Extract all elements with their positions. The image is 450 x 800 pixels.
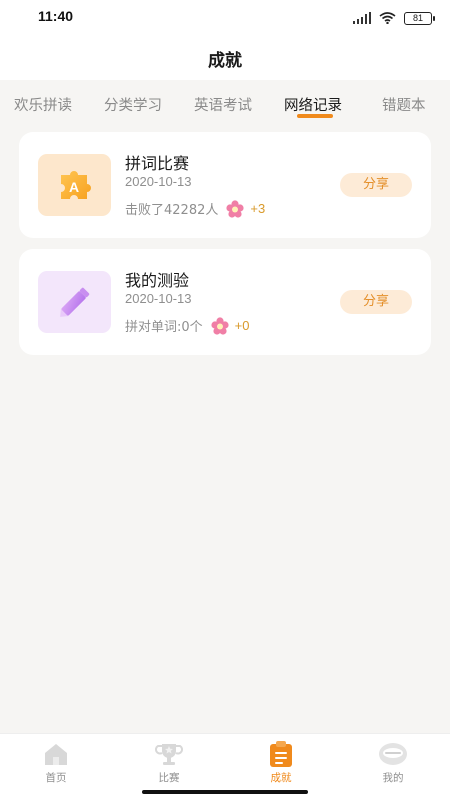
record-stat-text: 拼对单词:0个 bbox=[125, 320, 203, 335]
battery-icon: 81 bbox=[404, 12, 435, 25]
record-stat-text: 击败了42282人 bbox=[125, 203, 219, 218]
page-title: 成就 bbox=[208, 51, 242, 71]
category-tabs: 欢乐拼读 分类学习 英语考试 网络记录 错题本 bbox=[0, 80, 450, 124]
nav-label: 成就 bbox=[270, 772, 292, 784]
tab-network-records[interactable]: 网络记录 bbox=[284, 94, 342, 115]
home-icon bbox=[41, 740, 71, 768]
svg-text:A: A bbox=[68, 179, 78, 195]
record-date: 2020-10-13 bbox=[125, 174, 192, 189]
home-indicator[interactable] bbox=[142, 790, 308, 794]
top-bar: 11:40 81 成就 bbox=[0, 0, 450, 80]
share-button[interactable]: 分享 bbox=[340, 173, 412, 197]
share-button[interactable]: 分享 bbox=[340, 290, 412, 314]
tab-happy-phonics[interactable]: 欢乐拼读 bbox=[14, 94, 72, 115]
record-stat: 拼对单词:0个 +0 bbox=[125, 316, 249, 335]
nav-label: 我的 bbox=[382, 772, 404, 784]
nav-label: 首页 bbox=[45, 772, 67, 784]
record-stat: 击败了42282人 +3 bbox=[125, 199, 265, 218]
reward-value: +0 bbox=[234, 318, 250, 333]
puzzle-icon: A bbox=[38, 154, 111, 216]
flower-icon bbox=[226, 199, 244, 218]
nav-achievements[interactable]: 成就 bbox=[251, 740, 311, 785]
record-date: 2020-10-13 bbox=[125, 291, 192, 306]
tab-english-exam[interactable]: 英语考试 bbox=[194, 94, 252, 115]
status-bar: 11:40 81 bbox=[0, 0, 450, 34]
wifi-icon bbox=[379, 9, 396, 28]
nav-contest[interactable]: 比赛 bbox=[139, 740, 199, 785]
tab-category-learning[interactable]: 分类学习 bbox=[104, 94, 162, 115]
status-time: 11:40 bbox=[38, 8, 74, 24]
reward-value: +3 bbox=[250, 201, 266, 216]
active-tab-indicator bbox=[297, 114, 333, 118]
tab-wrong-answers[interactable]: 错题本 bbox=[382, 94, 426, 115]
nav-profile[interactable]: 我的 bbox=[363, 740, 423, 785]
signal-icon bbox=[353, 9, 371, 28]
record-card[interactable]: 我的测验 2020-10-13 拼对单词:0个 +0 分享 bbox=[19, 249, 431, 355]
flower-icon bbox=[211, 316, 229, 335]
nav-home[interactable]: 首页 bbox=[26, 740, 86, 785]
trophy-icon bbox=[154, 740, 184, 768]
record-title: 我的测验 bbox=[125, 271, 190, 290]
nav-label: 比赛 bbox=[158, 772, 180, 784]
clipboard-icon bbox=[266, 740, 296, 768]
record-title: 拼词比赛 bbox=[125, 154, 190, 173]
status-icons: 81 bbox=[353, 9, 435, 28]
pencil-icon bbox=[38, 271, 111, 333]
profile-icon bbox=[378, 740, 408, 768]
record-card[interactable]: A 拼词比赛 2020-10-13 击败了42282人 +3 分享 bbox=[19, 132, 431, 238]
